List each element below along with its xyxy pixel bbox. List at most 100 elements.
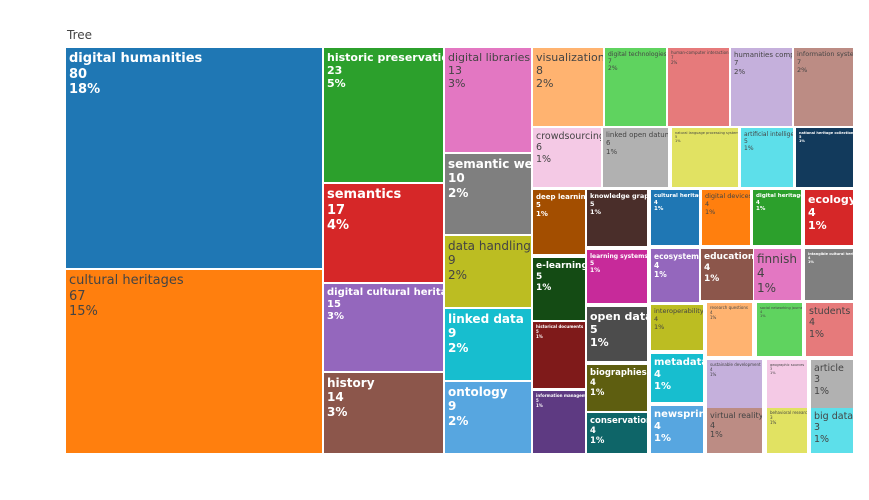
tile-percent: 1%: [590, 336, 609, 350]
treemap-tile-geographic-sources[interactable]: geographic sources 3 1%: [767, 360, 807, 408]
tile-label: digital humanities: [69, 51, 203, 66]
tile-label: deep learning: [536, 193, 585, 201]
tile-percent: 2%: [448, 413, 469, 428]
treemap-tile-social-networking-journey[interactable]: social networking journey 4 1%: [757, 303, 802, 356]
treemap-tile-data-handling[interactable]: data handling 9 2%: [445, 236, 531, 307]
treemap-tile-human-computer-interaction[interactable]: human-computer interaction 7 2%: [668, 48, 729, 126]
treemap-tile-learning-systems[interactable]: learning systems 5 1%: [587, 250, 647, 303]
treemap-tile-newsprint[interactable]: newsprint41%: [651, 406, 703, 453]
treemap-tile-national-heritage-collections[interactable]: national heritage collections 5 1%: [796, 128, 853, 187]
tile-label: conservation: [590, 416, 647, 426]
tile-label: information systems: [797, 50, 853, 58]
tile-value: 4: [704, 262, 711, 273]
treemap-tile-open-data[interactable]: open data 5 1%: [587, 307, 647, 361]
treemap-tile-digital-libraries[interactable]: digital libraries 13 3%: [445, 48, 531, 152]
treemap-tile-digital-cultural-heritages[interactable]: digital cultural heritages153%: [324, 284, 443, 371]
treemap-tile-intangible-cultural-heritages[interactable]: intangible cultural heritages41%: [805, 249, 853, 300]
treemap-tile-information-systems[interactable]: information systems72%: [794, 48, 853, 126]
treemap-tile-cultural-heritages[interactable]: cultural heritages 67 15%: [66, 270, 322, 453]
tile-percent: 1%: [536, 402, 543, 408]
tile-label: big data: [814, 411, 853, 422]
treemap-tile-information-management[interactable]: information management51%: [533, 391, 585, 453]
treemap-tile-semantics[interactable]: semantics 17 4%: [324, 184, 443, 282]
treemap-tile-historic-preservation[interactable]: historic preservation235%: [324, 48, 443, 182]
tile-value: 8: [536, 64, 543, 78]
treemap-tile-history[interactable]: history 14 3%: [324, 373, 443, 453]
tile-value: 9: [448, 399, 457, 414]
treemap-tile-sustainable-development[interactable]: sustainable development 4 1%: [707, 360, 762, 408]
tile-percent: 1%: [654, 381, 671, 392]
tile-percent: 2%: [448, 340, 469, 355]
treemap-tile-cultural-heritage[interactable]: cultural heritage41%: [651, 190, 699, 245]
tile-value: 5: [536, 201, 541, 210]
tile-label: social networking journey: [760, 306, 802, 310]
treemap-tile-digital-technologies[interactable]: digital technologies 7 2%: [605, 48, 666, 126]
tile-label: history: [327, 376, 375, 390]
tile-value: 4: [654, 369, 661, 380]
tile-percent: 15%: [69, 304, 98, 320]
treemap-tile-article[interactable]: article 3 1%: [811, 360, 853, 408]
treemap-tile-behavioral-research[interactable]: behavioral research 3 1%: [767, 408, 807, 453]
tile-percent: 1%: [606, 147, 618, 156]
treemap-tile-students[interactable]: students 4 1%: [806, 303, 853, 356]
tile-label: article: [814, 363, 844, 374]
treemap-tile-education[interactable]: education 4 1%: [701, 249, 753, 300]
treemap-tile-interoperability[interactable]: interoperability 4 1%: [651, 305, 703, 350]
tile-percent: 1%: [760, 314, 766, 319]
treemap-tile-ontology[interactable]: ontology 9 2%: [445, 382, 531, 453]
tile-percent: 3%: [327, 404, 348, 419]
treemap-tile-digital-heritage[interactable]: digital heritage 4 1%: [753, 190, 801, 245]
treemap-tile-conservation[interactable]: conservation 4 1%: [587, 413, 647, 453]
treemap-tile-biographies[interactable]: biographies 4 1%: [587, 365, 647, 411]
tile-value: 23: [327, 64, 343, 78]
treemap-tile-artificial-intelligence[interactable]: artificial intelligence51%: [741, 128, 793, 187]
treemap-tile-deep-learning[interactable]: deep learning51%: [533, 190, 585, 254]
tile-label: ontology: [448, 385, 508, 399]
tile-value: 5: [744, 138, 748, 146]
treemap-tile-humanities-computing[interactable]: humanities computing72%: [731, 48, 792, 126]
treemap-tile-natural-language-processing-systems[interactable]: natural language processing systems 5 1%: [672, 128, 738, 187]
treemap-tile-visualization[interactable]: visualization 8 2%: [533, 48, 603, 126]
treemap-tile-semantic-web[interactable]: semantic web102%: [445, 154, 531, 234]
treemap-tile-virtual-reality[interactable]: virtual reality 4 1%: [707, 408, 762, 453]
tile-label: historic preservation: [327, 51, 443, 64]
tile-percent: 2%: [448, 185, 469, 200]
treemap-tile-historical-documents[interactable]: historical documents 5 1%: [533, 322, 585, 388]
tile-percent: 1%: [590, 207, 602, 216]
tile-label: metadata: [654, 357, 703, 368]
treemap-tile-e-learning[interactable]: e-learning 5 1%: [533, 258, 585, 320]
treemap-tile-metadata[interactable]: metadata 4 1%: [651, 354, 703, 402]
tile-label: artificial intelligence: [744, 131, 793, 138]
tile-percent: 2%: [671, 59, 678, 65]
treemap-tile-ecology[interactable]: ecology 4 1%: [805, 190, 853, 245]
treemap-tile-linked-open-datum[interactable]: linked open datum 6 1%: [603, 128, 668, 187]
treemap-tile-linked-data[interactable]: linked data 9 2%: [445, 309, 531, 380]
tile-value: 4: [757, 266, 765, 281]
tile-percent: 1%: [710, 371, 717, 377]
tile-value: 5: [590, 323, 598, 337]
tile-label: education: [704, 252, 753, 262]
tile-percent: 1%: [770, 371, 776, 376]
tile-value: 10: [448, 171, 465, 186]
treemap-tile-research-questions[interactable]: research questions 4 1%: [707, 303, 752, 356]
treemap-tile-digital-devices[interactable]: digital devices 4 1%: [702, 190, 750, 245]
tile-label: intangible cultural heritages: [808, 252, 853, 256]
treemap-tile-knowledge-graphs[interactable]: knowledge graphs51%: [587, 190, 647, 246]
treemap-tile-digital-humanities[interactable]: digital humanities 80 18%: [66, 48, 322, 268]
treemap-tile-finnish[interactable]: finnish 4 1%: [754, 249, 801, 300]
tile-value: 7: [608, 58, 612, 66]
tile-percent: 1%: [814, 385, 830, 397]
tile-value: 15: [327, 299, 341, 310]
tile-value: 4: [590, 378, 596, 389]
tile-label: digital cultural heritages: [327, 287, 443, 298]
tile-label: open data: [590, 310, 647, 323]
tile-percent: 1%: [536, 282, 552, 293]
treemap-tile-ecosystems[interactable]: ecosystems 4 1%: [651, 249, 699, 302]
tile-label: information management: [536, 393, 585, 398]
tile-percent: 1%: [808, 219, 827, 233]
tile-label: digital devices: [705, 192, 750, 200]
tile-label: data handling: [448, 239, 531, 253]
tile-percent: 3%: [327, 311, 344, 322]
treemap-tile-crowdsourcing[interactable]: crowdsourcing 6 1%: [533, 128, 601, 187]
treemap-tile-big-data[interactable]: big data 3 1%: [811, 408, 853, 453]
